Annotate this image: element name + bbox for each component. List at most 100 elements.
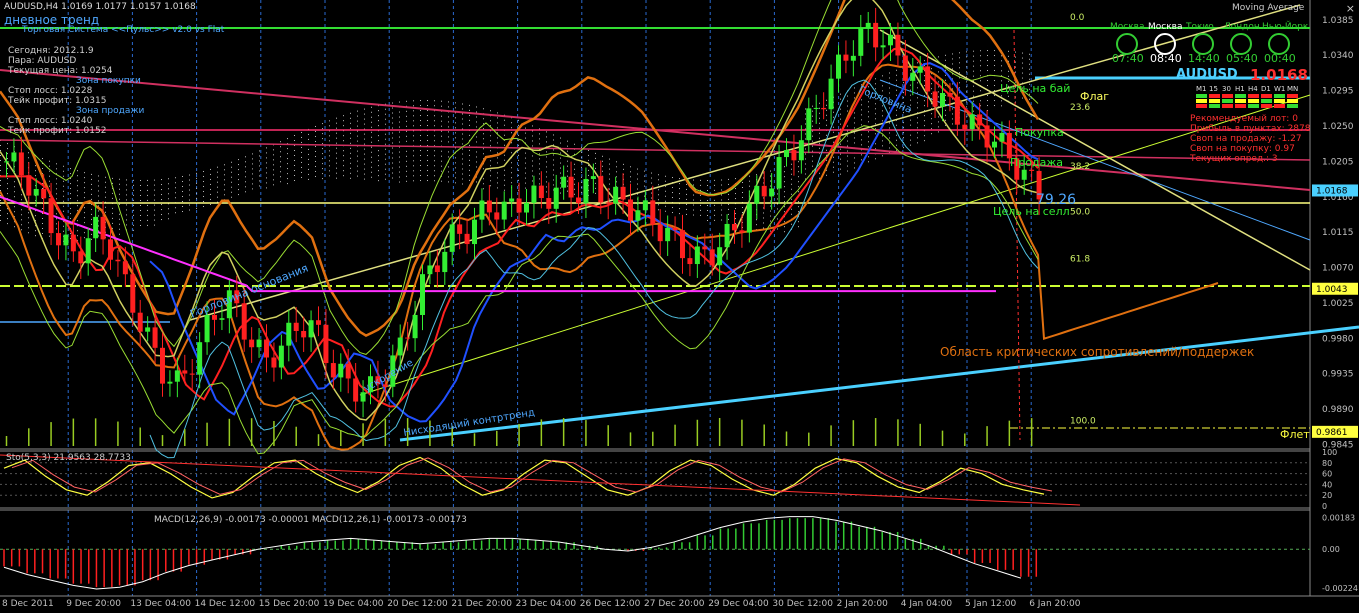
cloud-dot (931, 93, 932, 95)
cloud-dot (847, 100, 848, 102)
cloud-dot (343, 120, 344, 122)
cloud-dot (308, 168, 309, 170)
cloud-dot (7, 143, 8, 145)
cloud-dot (581, 146, 582, 148)
cloud-dot (42, 217, 43, 219)
cloud-dot (616, 171, 617, 173)
cloud-dot (434, 175, 435, 177)
timeframe-label[interactable]: H1 (1235, 84, 1245, 94)
indicator-title: Moving Average (1232, 3, 1305, 13)
cloud-dot (105, 211, 106, 213)
cloud-dot (686, 183, 687, 185)
cloud-dot (126, 179, 127, 181)
price-label: 1.0043 (1316, 285, 1348, 295)
cloud-dot (805, 123, 806, 125)
trading-chart[interactable]: Sto(5,3,3) 21.9563 28.7733100806040200 M… (0, 0, 1359, 613)
cloud-dot (854, 162, 855, 164)
cloud-dot (154, 209, 155, 211)
timeframe-label[interactable]: W1 (1274, 84, 1285, 94)
cloud-dot (686, 203, 687, 205)
candle-body (553, 187, 559, 209)
info-line: Тейк профит: 1.0315 (8, 96, 107, 106)
cloud-dot (294, 140, 295, 142)
cloud-dot (973, 90, 974, 92)
cloud-dot (609, 158, 610, 160)
candle-body (137, 312, 143, 332)
cloud-dot (49, 160, 50, 162)
timeframe-label[interactable]: M1 (1196, 84, 1207, 94)
cloud-dot (147, 204, 148, 206)
cloud-dot (616, 161, 617, 163)
timeframe-label[interactable]: 15 (1209, 84, 1218, 94)
timeframe-signal (1261, 99, 1272, 103)
cloud-dot (805, 148, 806, 150)
cloud-dot (343, 155, 344, 157)
cloud-dot (875, 128, 876, 130)
cloud-dot (973, 95, 974, 97)
cloud-dot (126, 209, 127, 211)
candle-body (412, 314, 418, 339)
cloud-dot (315, 165, 316, 167)
cloud-dot (455, 137, 456, 139)
macd-tick: -0.00224 (1322, 584, 1358, 593)
cloud-dot (259, 150, 260, 152)
cloud-dot (315, 125, 316, 127)
cloud-dot (882, 140, 883, 142)
cloud-dot (700, 209, 701, 211)
timeframe-label[interactable]: MN (1287, 84, 1298, 94)
cloud-dot (266, 157, 267, 159)
cloud-dot (210, 178, 211, 180)
cloud-dot (70, 208, 71, 210)
cloud-dot (434, 135, 435, 137)
cloud-dot (427, 175, 428, 177)
time-tick: 27 Dec 20:00 (644, 599, 705, 609)
cloud-dot (322, 138, 323, 140)
time-tick: 13 Dec 04:00 (130, 599, 191, 609)
cloud-dot (476, 181, 477, 183)
clock-time: 07:40 (1112, 52, 1144, 65)
time-tick: 29 Dec 04:00 (708, 599, 769, 609)
cloud-dot (469, 104, 470, 106)
cloud-dot (133, 199, 134, 201)
cloud-dot (77, 200, 78, 202)
cloud-dot (231, 166, 232, 168)
cloud-dot (7, 148, 8, 150)
cloud-dot (126, 214, 127, 216)
cloud-dot (308, 133, 309, 135)
cloud-dot (833, 171, 834, 173)
cloud-dot (924, 115, 925, 117)
cloud-dot (294, 180, 295, 182)
cloud-dot (812, 110, 813, 112)
cloud-dot (791, 208, 792, 210)
cloud-dot (903, 82, 904, 84)
close-icon[interactable]: × (1346, 2, 1355, 15)
cloud-dot (833, 161, 834, 163)
cloud-dot (483, 133, 484, 135)
timeframe-label[interactable]: H4 (1248, 84, 1258, 94)
cloud-dot (315, 145, 316, 147)
cloud-dot (672, 197, 673, 199)
cloud-dot (805, 163, 806, 165)
cloud-dot (427, 135, 428, 137)
cloud-dot (812, 120, 813, 122)
cloud-dot (273, 159, 274, 161)
candle-body (212, 314, 217, 320)
cloud-dot (14, 226, 15, 228)
cloud-dot (931, 113, 932, 115)
cloud-dot (910, 139, 911, 141)
cloud-dot (938, 81, 939, 83)
cloud-dot (777, 228, 778, 230)
cloud-dot (392, 142, 393, 144)
timeframe-label[interactable]: D1 (1261, 84, 1271, 94)
candle-body (761, 185, 767, 197)
cloud-dot (322, 163, 323, 165)
cloud-dot (343, 160, 344, 162)
cloud-dot (602, 165, 603, 167)
timeframe-label[interactable]: 30 (1222, 84, 1231, 94)
cloud-dot (0, 170, 1, 171)
candle-body (108, 239, 113, 260)
cloud-dot (917, 97, 918, 99)
cloud-dot (385, 148, 386, 150)
clock-time: 08:40 (1150, 52, 1182, 65)
cloud-dot (315, 130, 316, 132)
